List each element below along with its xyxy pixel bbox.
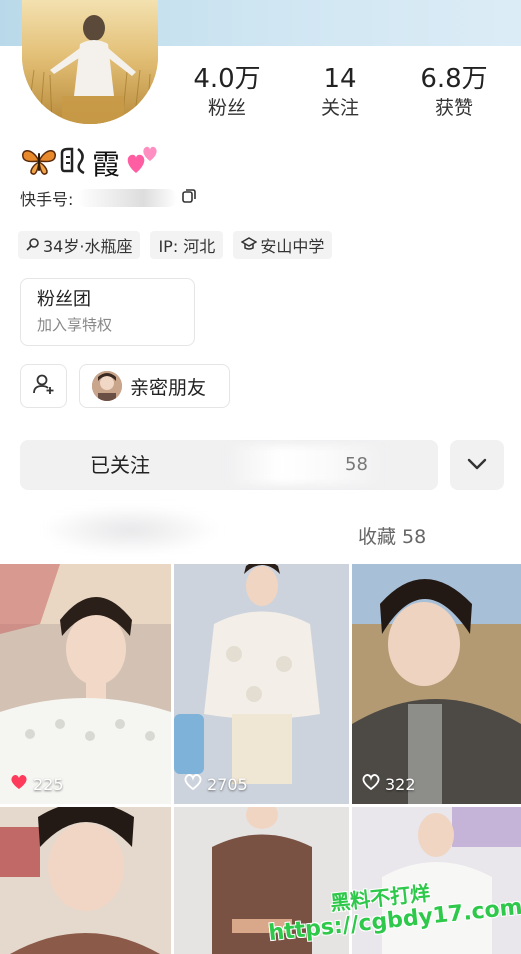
search-person-icon <box>26 236 40 255</box>
heart-outline-icon <box>184 774 202 794</box>
site-watermark: 黑料不打烊 https://cgbdy17.com <box>267 881 521 948</box>
name-ornament-icon <box>58 145 88 181</box>
stat-value: 14 <box>323 64 357 94</box>
video-thumbnail[interactable]: 225 <box>0 564 171 804</box>
id-value-blurred <box>77 189 178 207</box>
stat-followers[interactable]: 4.0万 粉丝 <box>182 64 272 120</box>
video-thumbnail[interactable]: 322 <box>352 564 521 804</box>
tag-ip[interactable]: IP: 河北 <box>150 231 224 259</box>
kuaishou-id-row: 快手号: <box>20 186 197 210</box>
copy-icon[interactable] <box>181 188 197 208</box>
profile-avatar[interactable] <box>22 0 158 124</box>
graduation-cap-icon <box>240 236 258 255</box>
profile-name-row: 霞 <box>20 143 162 183</box>
video-thumbnail[interactable]: 2705 <box>174 564 349 804</box>
friend-avatar <box>92 371 122 401</box>
follow-count: 58 <box>345 454 368 475</box>
tab-blurred-area <box>40 505 220 555</box>
likes-counter: 322 <box>362 774 416 794</box>
add-user-icon <box>32 372 56 400</box>
hearts-icon <box>124 143 162 183</box>
likes-counter: 2705 <box>184 774 248 794</box>
profile-name: 霞 <box>92 148 121 181</box>
chevron-down-icon <box>466 456 488 475</box>
tag-age-text: 34岁·水瓶座 <box>43 237 133 256</box>
stat-label: 获赞 <box>434 97 473 119</box>
tab-favorites[interactable]: 收藏 58 <box>358 522 426 549</box>
followed-label: 已关注 <box>90 453 150 477</box>
likes-count: 322 <box>385 774 416 794</box>
heart-outline-icon <box>362 774 380 794</box>
fan-club-subtitle: 加入享特权 <box>37 316 113 334</box>
stat-label: 关注 <box>320 97 359 119</box>
tag-age[interactable]: 34岁·水瓶座 <box>18 231 141 259</box>
tag-school-text: 安山中学 <box>260 237 325 256</box>
stat-likes[interactable]: 6.8万 获赞 <box>409 64 499 120</box>
tag-ip-text: IP: 河北 <box>158 237 216 256</box>
stat-value: 6.8万 <box>420 64 488 94</box>
close-friends-label: 亲密朋友 <box>130 376 207 399</box>
profile-tags: 34岁·水瓶座 IP: 河北 安山中学 <box>18 231 333 259</box>
fan-club-title: 粉丝团 <box>37 289 91 310</box>
butterfly-icon <box>20 145 58 181</box>
likes-counter: 225 <box>10 774 64 794</box>
fan-club-card[interactable]: 粉丝团 加入享特权 <box>20 278 195 346</box>
add-friend-button[interactable] <box>20 364 67 408</box>
close-friends-button[interactable]: 亲密朋友 <box>79 364 230 408</box>
tag-school[interactable]: 安山中学 <box>233 231 333 259</box>
stat-value: 4.0万 <box>193 64 261 94</box>
likes-count: 2705 <box>207 774 248 794</box>
likes-count: 225 <box>33 774 64 794</box>
stat-following[interactable]: 14 关注 <box>295 64 385 120</box>
more-options-button[interactable] <box>450 440 504 490</box>
heart-filled-icon <box>10 774 28 794</box>
id-label: 快手号: <box>20 190 74 209</box>
stat-label: 粉丝 <box>207 97 246 119</box>
followed-button[interactable]: 已关注 58 <box>20 440 438 490</box>
video-thumbnail[interactable] <box>0 807 171 954</box>
